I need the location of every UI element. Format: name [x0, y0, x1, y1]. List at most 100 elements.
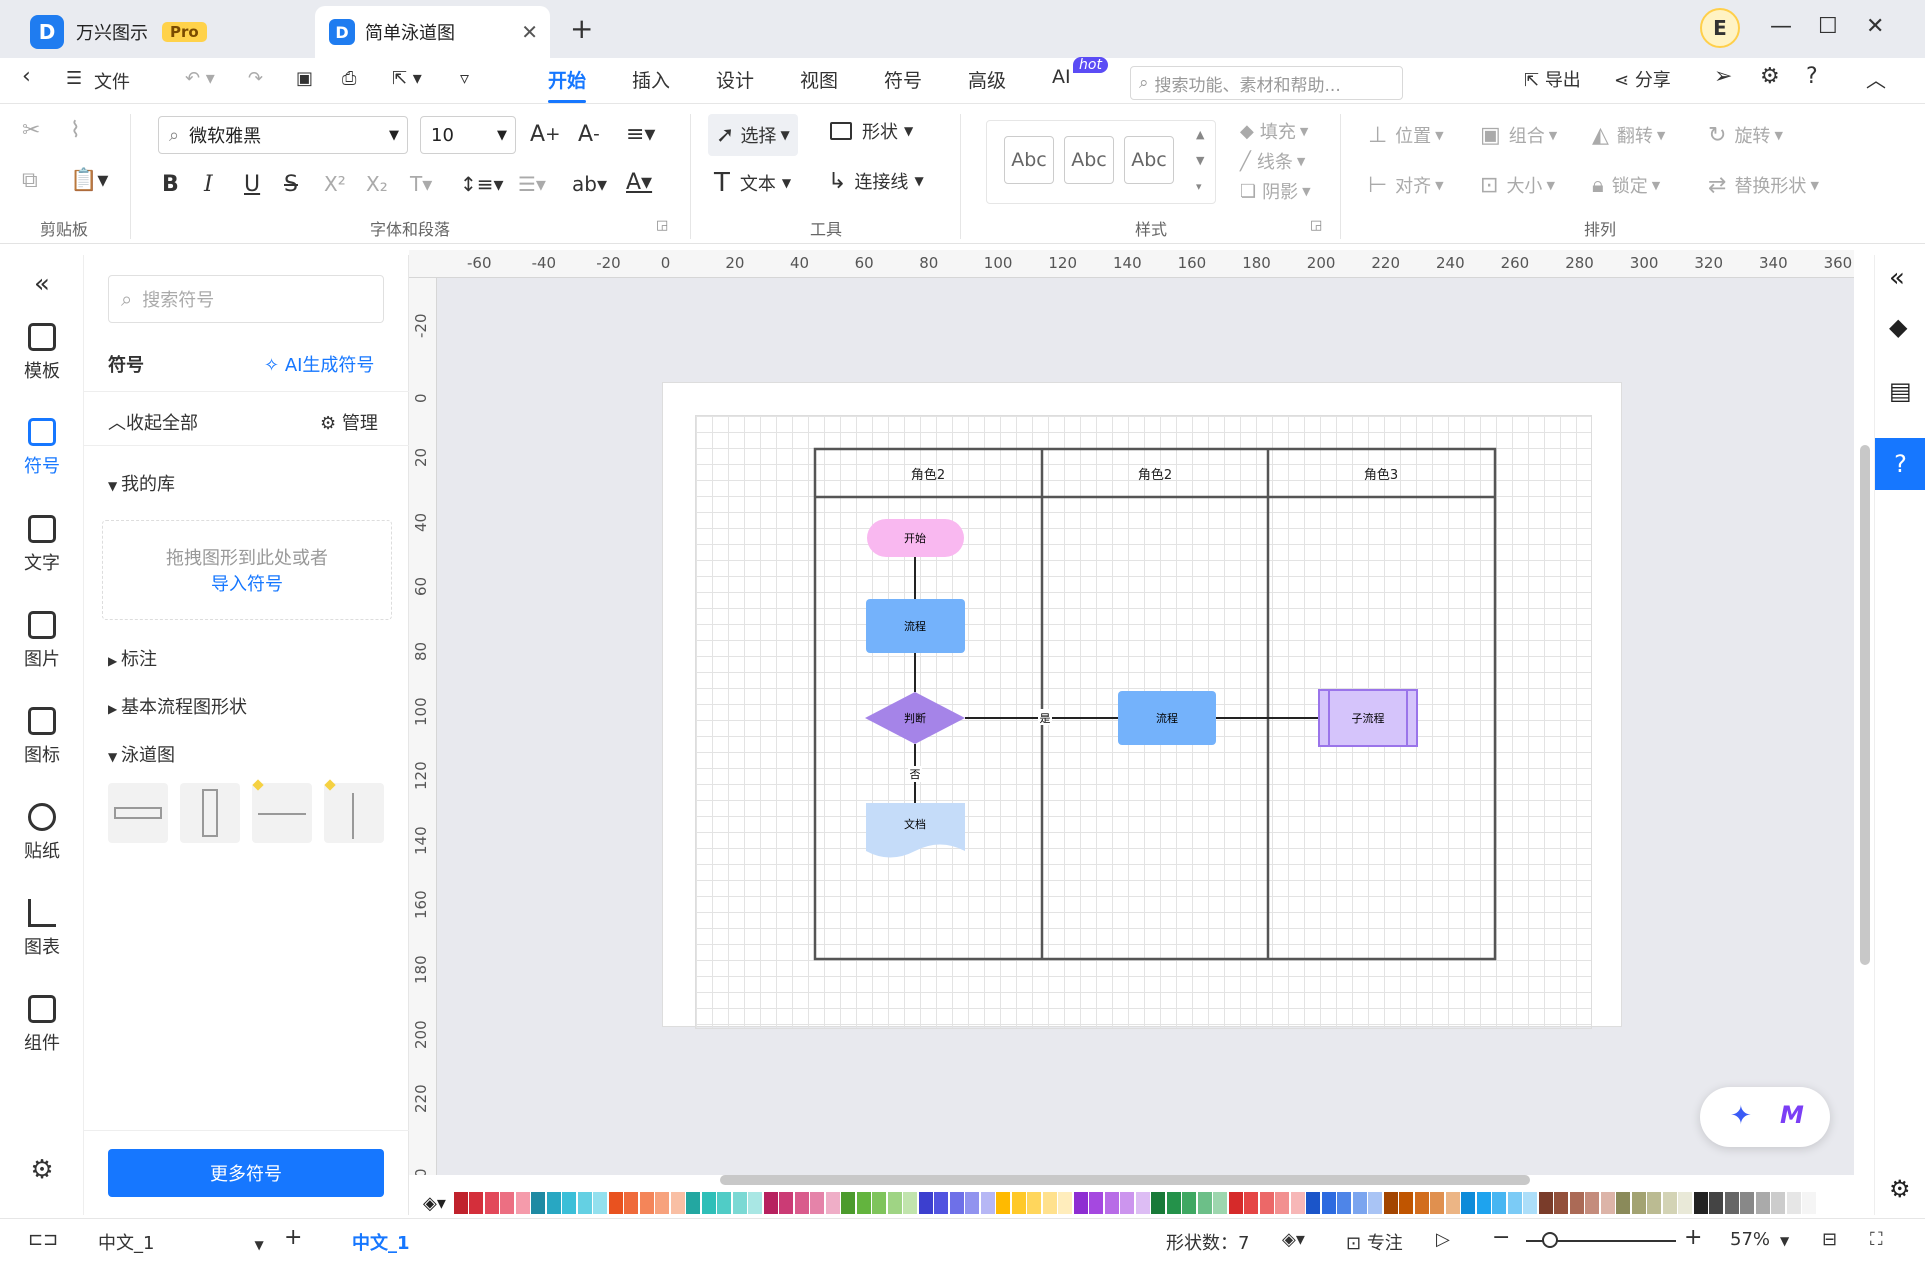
select-tool[interactable]: ➚ 选择 ▼	[708, 114, 798, 156]
fill-bucket-icon[interactable]: ◆	[1889, 313, 1907, 341]
color-swatch[interactable]	[562, 1192, 577, 1214]
style-preset-3[interactable]: Abc	[1124, 136, 1174, 184]
color-swatch[interactable]	[624, 1192, 639, 1214]
color-swatch[interactable]	[1104, 1192, 1119, 1214]
color-swatch[interactable]	[1399, 1192, 1414, 1214]
color-swatch[interactable]	[1476, 1192, 1491, 1214]
color-swatch[interactable]	[531, 1192, 546, 1214]
color-swatch[interactable]	[1569, 1192, 1584, 1214]
color-swatch[interactable]	[686, 1192, 701, 1214]
color-swatch[interactable]	[1678, 1192, 1693, 1214]
layers-icon[interactable]: ◈▾	[1282, 1229, 1305, 1250]
maximize-icon[interactable]: ☐	[1818, 14, 1838, 39]
font-dialog-icon[interactable]: ◲	[656, 218, 668, 233]
color-swatch[interactable]	[1166, 1192, 1181, 1214]
color-swatch[interactable]	[1786, 1192, 1801, 1214]
increase-font-icon[interactable]: A +	[530, 122, 560, 147]
color-swatch[interactable]	[1337, 1192, 1352, 1214]
sidebar-item-templates[interactable]: 模板	[0, 323, 84, 383]
new-tab-button[interactable]: +	[570, 12, 593, 45]
settings-icon[interactable]: ⚙	[1760, 64, 1780, 89]
swimlane-vertical-symbol[interactable]	[180, 783, 240, 843]
share-button[interactable]: ⋖ 分享	[1614, 66, 1671, 92]
color-swatch[interactable]	[779, 1192, 794, 1214]
sidebar-item-images[interactable]: 图片	[0, 611, 84, 671]
font-color-icon[interactable]: A▾	[626, 170, 652, 195]
align-icon[interactable]: ≡▾	[626, 122, 655, 147]
color-swatch[interactable]	[717, 1192, 732, 1214]
color-swatch[interactable]	[1383, 1192, 1398, 1214]
color-swatch[interactable]	[1058, 1192, 1073, 1214]
color-swatch[interactable]	[546, 1192, 561, 1214]
text-case-icon[interactable]: ab▾	[572, 172, 607, 196]
help-panel-icon[interactable]: ?	[1875, 438, 1925, 490]
sidebar-item-charts[interactable]: 图表	[0, 899, 84, 959]
style-preset-2[interactable]: Abc	[1064, 136, 1114, 184]
zoom-slider-thumb[interactable]	[1542, 1232, 1558, 1248]
group-button[interactable]: ▣ 组合 ▼	[1480, 122, 1557, 148]
color-swatch[interactable]	[1709, 1192, 1724, 1214]
align-button[interactable]: ⊢ 对齐 ▼	[1368, 172, 1444, 198]
color-swatch[interactable]	[856, 1192, 871, 1214]
close-window-icon[interactable]: ✕	[1866, 14, 1884, 39]
color-swatch[interactable]	[469, 1192, 484, 1214]
document-tab[interactable]: D 简单泳道图 ✕	[315, 6, 550, 58]
bold-icon[interactable]: B	[162, 172, 179, 197]
add-page-button[interactable]: +	[284, 1225, 302, 1250]
swimlane-horizontal-symbol[interactable]	[108, 783, 168, 843]
page-format-icon[interactable]: ▤	[1889, 377, 1912, 405]
color-swatch[interactable]	[1151, 1192, 1166, 1214]
back-icon[interactable]: ‹	[22, 64, 31, 89]
drop-area[interactable]: 拖拽图形到此处或者 导入符号	[102, 520, 392, 620]
color-swatch[interactable]	[1802, 1192, 1817, 1214]
zoom-out-button[interactable]: −	[1492, 1225, 1510, 1250]
color-swatch[interactable]	[1461, 1192, 1476, 1214]
save-icon[interactable]: ▣	[296, 68, 313, 89]
sidebar-item-icons[interactable]: 图标	[0, 707, 84, 767]
separator-horizontal-symbol[interactable]	[252, 779, 312, 843]
share-out-icon[interactable]: ⇱ ▾	[392, 68, 422, 89]
format-painter-icon[interactable]: ⌇	[70, 118, 81, 143]
color-swatch[interactable]	[810, 1192, 825, 1214]
list-icon[interactable]: ☰▾	[518, 172, 546, 196]
color-swatch[interactable]	[1662, 1192, 1677, 1214]
color-swatch[interactable]	[1368, 1192, 1383, 1214]
color-swatch[interactable]	[655, 1192, 670, 1214]
color-swatch[interactable]	[1445, 1192, 1460, 1214]
style-preset-1[interactable]: Abc	[1004, 136, 1054, 184]
more-quick-icon[interactable]: ▿	[460, 68, 469, 89]
minimize-icon[interactable]: —	[1770, 14, 1792, 39]
avatar[interactable]: E	[1700, 8, 1740, 48]
color-swatch[interactable]	[593, 1192, 608, 1214]
line-button[interactable]: ╱ 线条 ▼	[1240, 148, 1305, 174]
menu-icon[interactable]: ☰	[66, 68, 82, 89]
color-swatch[interactable]	[872, 1192, 887, 1214]
tab-ai[interactable]: AI	[1052, 66, 1071, 88]
connector-tool[interactable]: ↳ 连接线 ▼	[828, 168, 924, 194]
color-swatch[interactable]	[1538, 1192, 1553, 1214]
color-swatch[interactable]	[1197, 1192, 1212, 1214]
settings-icon[interactable]: ⚙	[1889, 1175, 1911, 1203]
horizontal-scrollbar[interactable]	[720, 1175, 1530, 1185]
color-swatch[interactable]	[484, 1192, 499, 1214]
strikethrough-icon[interactable]: S	[284, 172, 298, 197]
color-swatch[interactable]	[763, 1192, 778, 1214]
color-swatch[interactable]	[1306, 1192, 1321, 1214]
zoom-level[interactable]: 57% ▼	[1730, 1229, 1789, 1250]
page-list-icon[interactable]: ⊏⊐	[28, 1229, 58, 1250]
color-swatch[interactable]	[1259, 1192, 1274, 1214]
color-swatch[interactable]	[1523, 1192, 1538, 1214]
sidebar-item-text[interactable]: 文字	[0, 515, 84, 575]
color-swatch[interactable]	[1011, 1192, 1026, 1214]
color-swatch[interactable]	[1492, 1192, 1507, 1214]
color-swatch[interactable]	[1027, 1192, 1042, 1214]
subscript-icon[interactable]: X₂	[366, 172, 388, 196]
color-swatch[interactable]	[1616, 1192, 1631, 1214]
color-swatch[interactable]	[965, 1192, 980, 1214]
sidebar-item-components[interactable]: 组件	[0, 995, 84, 1055]
category-my-library[interactable]: ▼ 我的库	[108, 470, 175, 496]
font-size-select[interactable]: 10 ▼	[420, 116, 516, 154]
decrease-font-icon[interactable]: A-	[578, 122, 600, 147]
color-swatch[interactable]	[1120, 1192, 1135, 1214]
color-swatch[interactable]	[1771, 1192, 1786, 1214]
